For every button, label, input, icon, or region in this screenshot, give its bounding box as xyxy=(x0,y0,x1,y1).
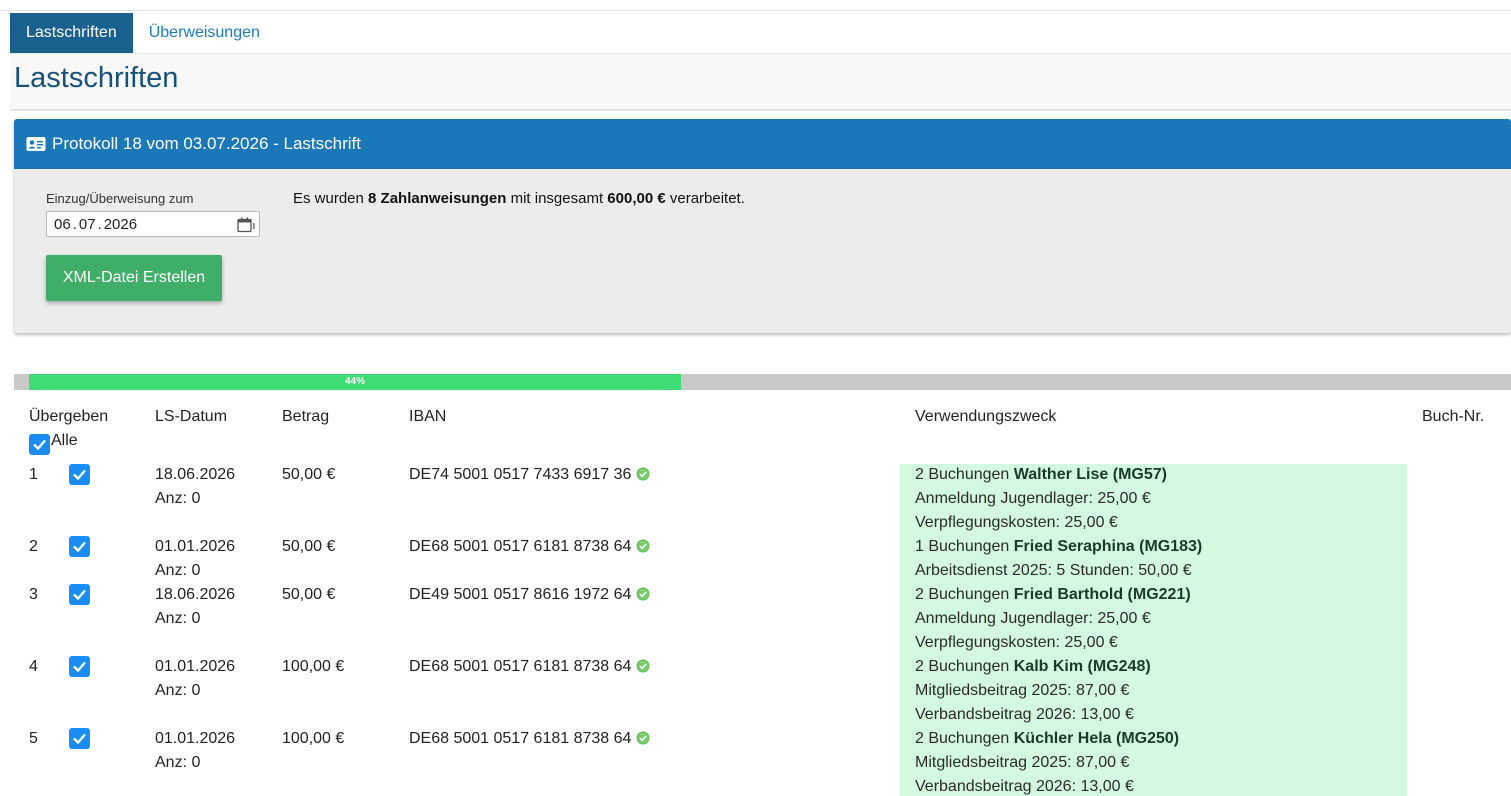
purpose-line: Verbandsbeitrag 2026: 13,00 € xyxy=(915,706,1134,723)
purpose-line: Verpflegungskosten: 25,00 € xyxy=(915,514,1118,531)
row-iban: DE68 5001 0517 6181 8738 64 xyxy=(409,730,650,748)
progress-fill: 44% xyxy=(29,374,681,390)
iban-text: DE68 5001 0517 6181 8738 64 xyxy=(409,730,632,747)
col-header-date: LS-Datum xyxy=(155,408,228,425)
row-amount: 100,00 € xyxy=(282,658,345,675)
valid-check-icon xyxy=(636,587,650,601)
row-number: 3 xyxy=(29,586,38,603)
row-anz: Anz: 0 xyxy=(155,682,201,699)
iban-text: DE49 5001 0517 8616 1972 64 xyxy=(409,586,632,603)
row-anz: Anz: 0 xyxy=(155,610,201,627)
purpose-line: Anmeldung Jugendlager: 25,00 € xyxy=(915,610,1151,627)
row-iban: DE68 5001 0517 6181 8738 64 xyxy=(409,658,650,676)
summary-mid: mit insgesamt xyxy=(506,190,608,207)
purpose-summary: 2 Buchungen Kalb Kim (MG248) xyxy=(915,658,1151,676)
summary-total: 600,00 € xyxy=(607,190,666,207)
row-amount: 50,00 € xyxy=(282,586,336,603)
row-transferred-checkbox[interactable] xyxy=(69,464,90,485)
row-anz: Anz: 0 xyxy=(155,754,201,771)
valid-check-icon xyxy=(636,467,650,481)
panel-header: Protokoll 18 vom 03.07.2026 - Lastschrif… xyxy=(14,119,1511,169)
id-card-icon xyxy=(26,136,46,152)
row-amount: 100,00 € xyxy=(282,730,345,747)
iban-text: DE68 5001 0517 6181 8738 64 xyxy=(409,658,632,675)
date-input[interactable]: 06. 07. 2026 xyxy=(46,211,260,237)
purpose-member: Walther Lise (MG57) xyxy=(1013,466,1167,483)
row-anz: Anz: 0 xyxy=(155,562,201,579)
iban-text: DE68 5001 0517 6181 8738 64 xyxy=(409,538,632,555)
protocol-panel: Protokoll 18 vom 03.07.2026 - Lastschrif… xyxy=(14,119,1511,333)
purpose-prefix: 2 Buchungen xyxy=(915,466,1014,483)
col-header-transferred: Übergeben xyxy=(29,408,109,425)
date-month[interactable]: 07 xyxy=(79,212,96,238)
date-field-label: Einzug/Überweisung zum xyxy=(46,191,194,206)
top-divider xyxy=(0,10,1511,11)
row-iban: DE49 5001 0517 8616 1972 64 xyxy=(409,586,650,604)
purpose-line: Mitgliedsbeitrag 2025: 87,00 € xyxy=(915,682,1130,699)
purpose-line: Arbeitsdienst 2025: 5 Stunden: 50,00 € xyxy=(915,562,1192,579)
row-number: 4 xyxy=(29,658,38,675)
calendar-icon[interactable] xyxy=(237,216,255,233)
purpose-member: Fried Barthold (MG221) xyxy=(1013,586,1191,603)
row-date: 01.01.2026 xyxy=(155,538,236,555)
select-all-checkbox[interactable] xyxy=(29,434,50,455)
row-amount: 50,00 € xyxy=(282,466,336,483)
select-all-label: Alle xyxy=(51,432,78,449)
row-transferred-checkbox[interactable] xyxy=(69,728,90,749)
purpose-line: Verpflegungskosten: 25,00 € xyxy=(915,634,1118,651)
purpose-line: Anmeldung Jugendlager: 25,00 € xyxy=(915,490,1151,507)
date-year[interactable]: 2026 xyxy=(104,212,137,238)
purpose-summary: 1 Buchungen Fried Seraphina (MG183) xyxy=(915,538,1202,556)
title-area xyxy=(10,53,1511,111)
valid-check-icon xyxy=(636,659,650,673)
row-number: 5 xyxy=(29,730,38,747)
row-iban: DE68 5001 0517 6181 8738 64 xyxy=(409,538,650,556)
row-number: 2 xyxy=(29,538,38,555)
row-anz: Anz: 0 xyxy=(155,490,201,507)
summary-suffix: verarbeitet. xyxy=(665,190,745,207)
summary-count: 8 Zahlanweisungen xyxy=(368,190,507,207)
date-day[interactable]: 06 xyxy=(54,212,71,238)
purpose-summary: 2 Buchungen Fried Barthold (MG221) xyxy=(915,586,1191,604)
page-title: Lastschriften xyxy=(14,62,179,94)
create-xml-button[interactable]: XML-Datei Erstellen xyxy=(46,255,222,301)
purpose-prefix: 2 Buchungen xyxy=(915,730,1014,747)
purpose-member: Küchler Hela (MG250) xyxy=(1013,730,1180,747)
col-header-purpose: Verwendungszweck xyxy=(915,408,1057,425)
purpose-member: Fried Seraphina (MG183) xyxy=(1013,538,1203,555)
purpose-prefix: 1 Buchungen xyxy=(915,538,1014,555)
tab-bar: Lastschriften Überweisungen xyxy=(10,13,276,53)
progress-bar: 44% xyxy=(14,374,1511,390)
row-transferred-checkbox[interactable] xyxy=(69,656,90,677)
valid-check-icon xyxy=(636,731,650,745)
tab-ueberweisungen[interactable]: Überweisungen xyxy=(132,13,276,53)
purpose-summary: 2 Buchungen Küchler Hela (MG250) xyxy=(915,730,1179,748)
col-header-booking-no: Buch-Nr. xyxy=(1422,408,1485,425)
valid-check-icon xyxy=(636,539,650,553)
purpose-member: Kalb Kim (MG248) xyxy=(1013,658,1151,675)
purpose-line: Mitgliedsbeitrag 2025: 87,00 € xyxy=(915,754,1130,771)
iban-text: DE74 5001 0517 7433 6917 36 xyxy=(409,466,632,483)
summary-prefix: Es wurden xyxy=(293,190,369,207)
row-date: 01.01.2026 xyxy=(155,730,236,747)
row-iban: DE74 5001 0517 7433 6917 36 xyxy=(409,466,650,484)
summary-text: Es wurden 8 Zahlanweisungen mit insgesam… xyxy=(293,190,745,207)
panel-title: Protokoll 18 vom 03.07.2026 - Lastschrif… xyxy=(52,134,361,153)
row-transferred-checkbox[interactable] xyxy=(69,536,90,557)
row-date: 18.06.2026 xyxy=(155,466,236,483)
row-transferred-checkbox[interactable] xyxy=(69,584,90,605)
row-date: 18.06.2026 xyxy=(155,586,236,603)
purpose-summary: 2 Buchungen Walther Lise (MG57) xyxy=(915,466,1167,484)
row-amount: 50,00 € xyxy=(282,538,336,555)
col-header-amount: Betrag xyxy=(282,408,330,425)
row-number: 1 xyxy=(29,466,38,483)
col-header-iban: IBAN xyxy=(409,408,447,425)
purpose-line: Verbandsbeitrag 2026: 13,00 € xyxy=(915,778,1134,795)
row-date: 01.01.2026 xyxy=(155,658,236,675)
tab-lastschriften[interactable]: Lastschriften xyxy=(10,13,133,53)
purpose-prefix: 2 Buchungen xyxy=(915,658,1014,675)
purpose-prefix: 2 Buchungen xyxy=(915,586,1014,603)
